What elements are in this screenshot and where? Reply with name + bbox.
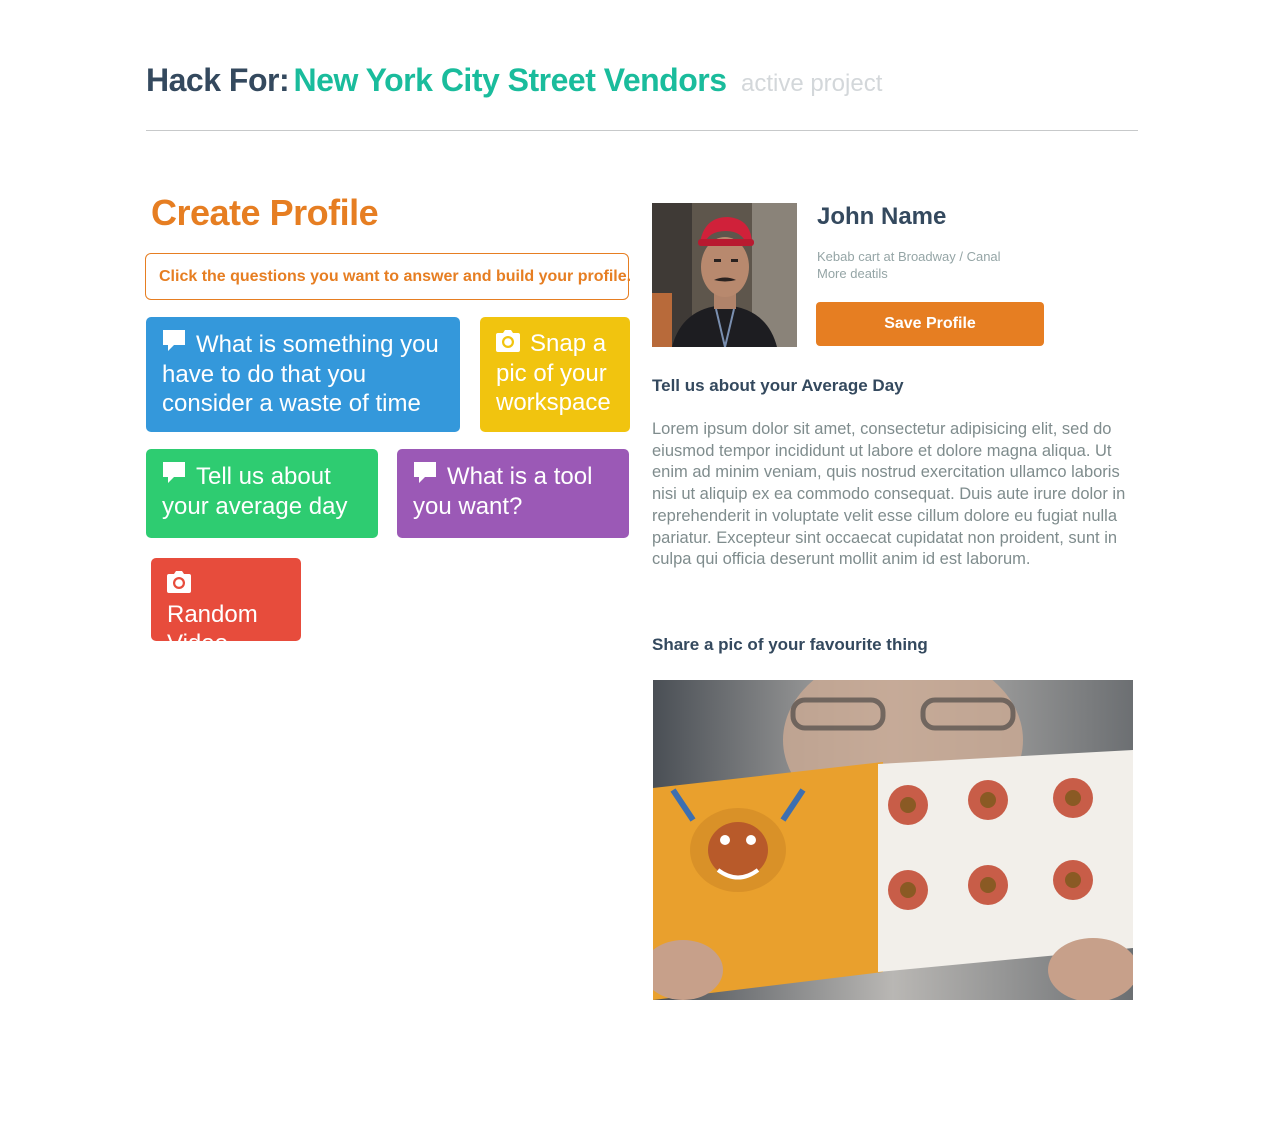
hack-for-label: Hack For: bbox=[146, 62, 290, 98]
instruction-box: Click the questions you want to answer a… bbox=[145, 253, 632, 300]
average-day-answer: Lorem ipsum dolor sit amet, consectetur … bbox=[652, 420, 1126, 569]
project-status: active project bbox=[740, 70, 883, 97]
question-label: What is a tool you want? bbox=[413, 463, 593, 520]
instruction-text: Click the questions you want to answer a… bbox=[159, 267, 632, 285]
more-details-link[interactable]: More deatils bbox=[817, 265, 1001, 282]
question-label: Random Video bbox=[167, 601, 258, 657]
question-label: What is something you have to do that yo… bbox=[162, 331, 439, 417]
question-button-random-video[interactable]: Random Video bbox=[151, 558, 301, 657]
camera-icon bbox=[167, 571, 191, 600]
average-day-heading: Tell us about your Average Day bbox=[652, 376, 904, 395]
question-label: Tell us about your average day bbox=[162, 463, 348, 520]
profile-name: John Name bbox=[817, 203, 947, 230]
question-button-waste-of-time[interactable]: What is something you have to do that yo… bbox=[146, 317, 460, 432]
camera-icon bbox=[496, 330, 520, 359]
comment-icon bbox=[162, 329, 186, 360]
header-divider bbox=[146, 130, 1138, 131]
profile-location: Kebab cart at Broadway / Canal bbox=[817, 249, 1001, 264]
project-name-link[interactable]: New York City Street Vendors bbox=[294, 62, 727, 98]
save-profile-button[interactable]: Save Profile bbox=[816, 302, 1044, 346]
comment-icon bbox=[413, 461, 437, 492]
comment-icon bbox=[162, 461, 186, 492]
avatar bbox=[652, 203, 797, 347]
question-button-tool-wanted[interactable]: What is a tool you want? bbox=[397, 449, 629, 538]
question-button-average-day[interactable]: Tell us about your average day bbox=[146, 449, 378, 538]
question-button-workspace-pic[interactable]: Snap a pic of your workspace bbox=[480, 317, 630, 432]
page-header: Hack For: New York City Street Vendors a… bbox=[146, 62, 882, 99]
profile-meta: Kebab cart at Broadway / Canal More deat… bbox=[817, 248, 1001, 282]
favourite-thing-heading: Share a pic of your favourite thing bbox=[652, 635, 928, 654]
page-title: Create Profile bbox=[151, 192, 379, 233]
favourite-thing-image bbox=[653, 680, 1133, 1000]
